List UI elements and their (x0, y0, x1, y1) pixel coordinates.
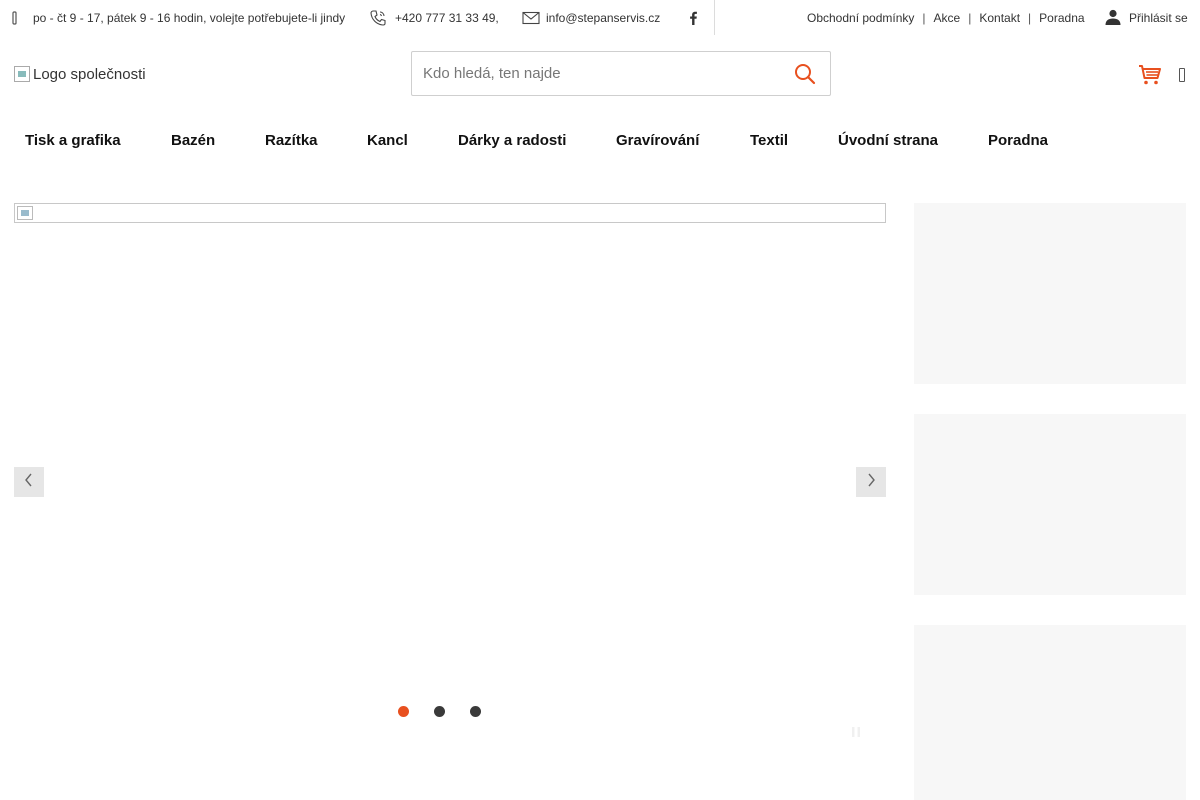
chevron-left-icon (24, 473, 34, 492)
hero-slider (14, 203, 886, 743)
nav-item-engraving[interactable]: Gravírování (616, 132, 699, 149)
pause-icon[interactable] (850, 725, 862, 737)
cart-icon[interactable] (1138, 63, 1162, 87)
slide-image[interactable] (14, 203, 886, 223)
slider-prev-button[interactable] (14, 467, 44, 497)
user-icon (1104, 8, 1122, 29)
link-contact[interactable]: Kontakt (979, 11, 1020, 25)
side-banner-3[interactable] (914, 625, 1186, 800)
clock-icon (11, 0, 19, 36)
search-input[interactable] (412, 52, 772, 95)
nav-item-textile[interactable]: Textil (750, 132, 788, 149)
facebook-icon[interactable] (688, 0, 698, 36)
main-navigation: Tisk a grafika Bazén Razítka Kancl Dárky… (0, 124, 1200, 160)
search-icon[interactable] (794, 63, 816, 85)
nav-item-gifts[interactable]: Dárky a radosti (458, 132, 566, 149)
separator: | (922, 11, 926, 25)
link-terms[interactable]: Obchodní podmínky (807, 11, 914, 25)
side-banner-2[interactable] (914, 414, 1186, 595)
email-link[interactable]: info@stepanservis.cz (546, 0, 660, 36)
broken-image-icon (17, 206, 33, 220)
nav-item-stamps[interactable]: Razítka (265, 132, 318, 149)
top-bar: po - čt 9 - 17, pátek 9 - 16 hodin, vole… (0, 0, 1200, 36)
company-logo[interactable]: Logo společnosti (14, 62, 146, 86)
nav-item-home[interactable]: Úvodní strana (838, 132, 938, 149)
link-advice[interactable]: Poradna (1039, 11, 1084, 25)
nav-item-office[interactable]: Kancl (367, 132, 408, 149)
side-banner-1[interactable] (914, 203, 1186, 384)
topbar-divider (714, 0, 715, 35)
login-button[interactable]: Přihlásit se (1104, 0, 1188, 36)
envelope-icon (522, 0, 540, 36)
link-sale[interactable]: Akce (934, 11, 961, 25)
logo-alt-text: Logo společnosti (33, 65, 146, 83)
slider-next-button[interactable] (856, 467, 886, 497)
slider-dot-3[interactable] (470, 706, 481, 717)
search-box (411, 51, 831, 96)
slider-pagination (398, 706, 506, 718)
chevron-right-icon (866, 473, 876, 492)
opening-hours: po - čt 9 - 17, pátek 9 - 16 hodin, vole… (33, 11, 346, 25)
phone-link[interactable]: +420 777 31 33 49, (395, 0, 499, 36)
top-links: Obchodní podmínky | Akce | Kontakt | Por… (807, 0, 1085, 36)
slider-dot-1[interactable] (398, 706, 409, 717)
nav-item-advice[interactable]: Poradna (988, 132, 1048, 149)
nav-item-print[interactable]: Tisk a grafika (25, 132, 121, 149)
separator: | (1028, 11, 1032, 25)
separator: | (968, 11, 972, 25)
broken-image-icon (14, 66, 30, 82)
hamburger-menu-icon[interactable] (1179, 68, 1185, 82)
nav-item-pool[interactable]: Bazén (171, 132, 215, 149)
login-label: Přihlásit se (1129, 11, 1188, 25)
slider-dot-2[interactable] (434, 706, 445, 717)
phone-icon (369, 0, 387, 36)
